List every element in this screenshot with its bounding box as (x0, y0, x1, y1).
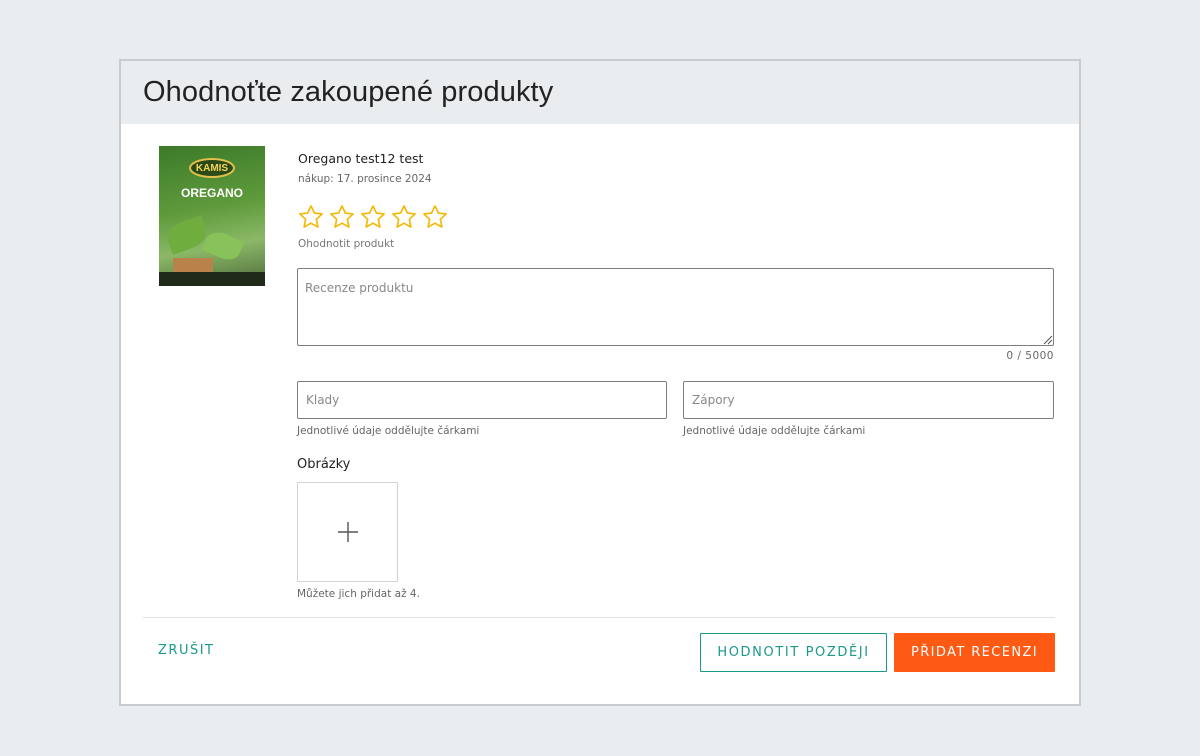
modal-header: Ohodnoťte zakoupené produkty (121, 61, 1079, 124)
brand-logo: KAMIS (189, 158, 235, 178)
rating-label: Ohodnotit produkt (298, 238, 395, 250)
images-label: Obrázky (297, 457, 351, 472)
add-review-button[interactable]: PŘIDAT RECENZI (894, 633, 1055, 672)
star-icon[interactable] (297, 203, 325, 231)
product-image: KAMIS OREGANO (159, 146, 265, 286)
purchase-date: nákup: 17. prosince 2024 (298, 173, 432, 185)
star-icon[interactable] (390, 203, 418, 231)
product-name: Oregano test12 test (298, 151, 424, 166)
modal-title: Ohodnoťte zakoupené produkty (143, 76, 554, 108)
star-icon[interactable] (421, 203, 449, 231)
cancel-button[interactable]: ZRUŠIT (158, 643, 214, 658)
pros-input[interactable] (297, 381, 667, 419)
star-icon[interactable] (359, 203, 387, 231)
cons-hint: Jednotlivé údaje oddělujte čárkami (683, 425, 866, 437)
cons-input[interactable] (683, 381, 1054, 419)
add-image-button[interactable] (297, 482, 398, 582)
char-counter: 0 / 5000 (1006, 350, 1054, 362)
rate-later-button[interactable]: HODNOTIT POZDĚJI (700, 633, 887, 672)
divider (143, 617, 1055, 618)
plus-icon (337, 522, 358, 542)
package-label: OREGANO (180, 186, 243, 200)
pros-hint: Jednotlivé údaje oddělujte čárkami (297, 425, 480, 437)
review-textarea[interactable] (297, 268, 1054, 346)
star-icon[interactable] (328, 203, 356, 231)
review-modal: Ohodnoťte zakoupené produkty KAMIS OREGA… (119, 59, 1081, 706)
resize-grip-icon[interactable] (1041, 333, 1053, 345)
star-rating (297, 203, 449, 231)
images-hint: Můžete jich přidat až 4. (297, 588, 420, 600)
package-strip (159, 272, 265, 286)
